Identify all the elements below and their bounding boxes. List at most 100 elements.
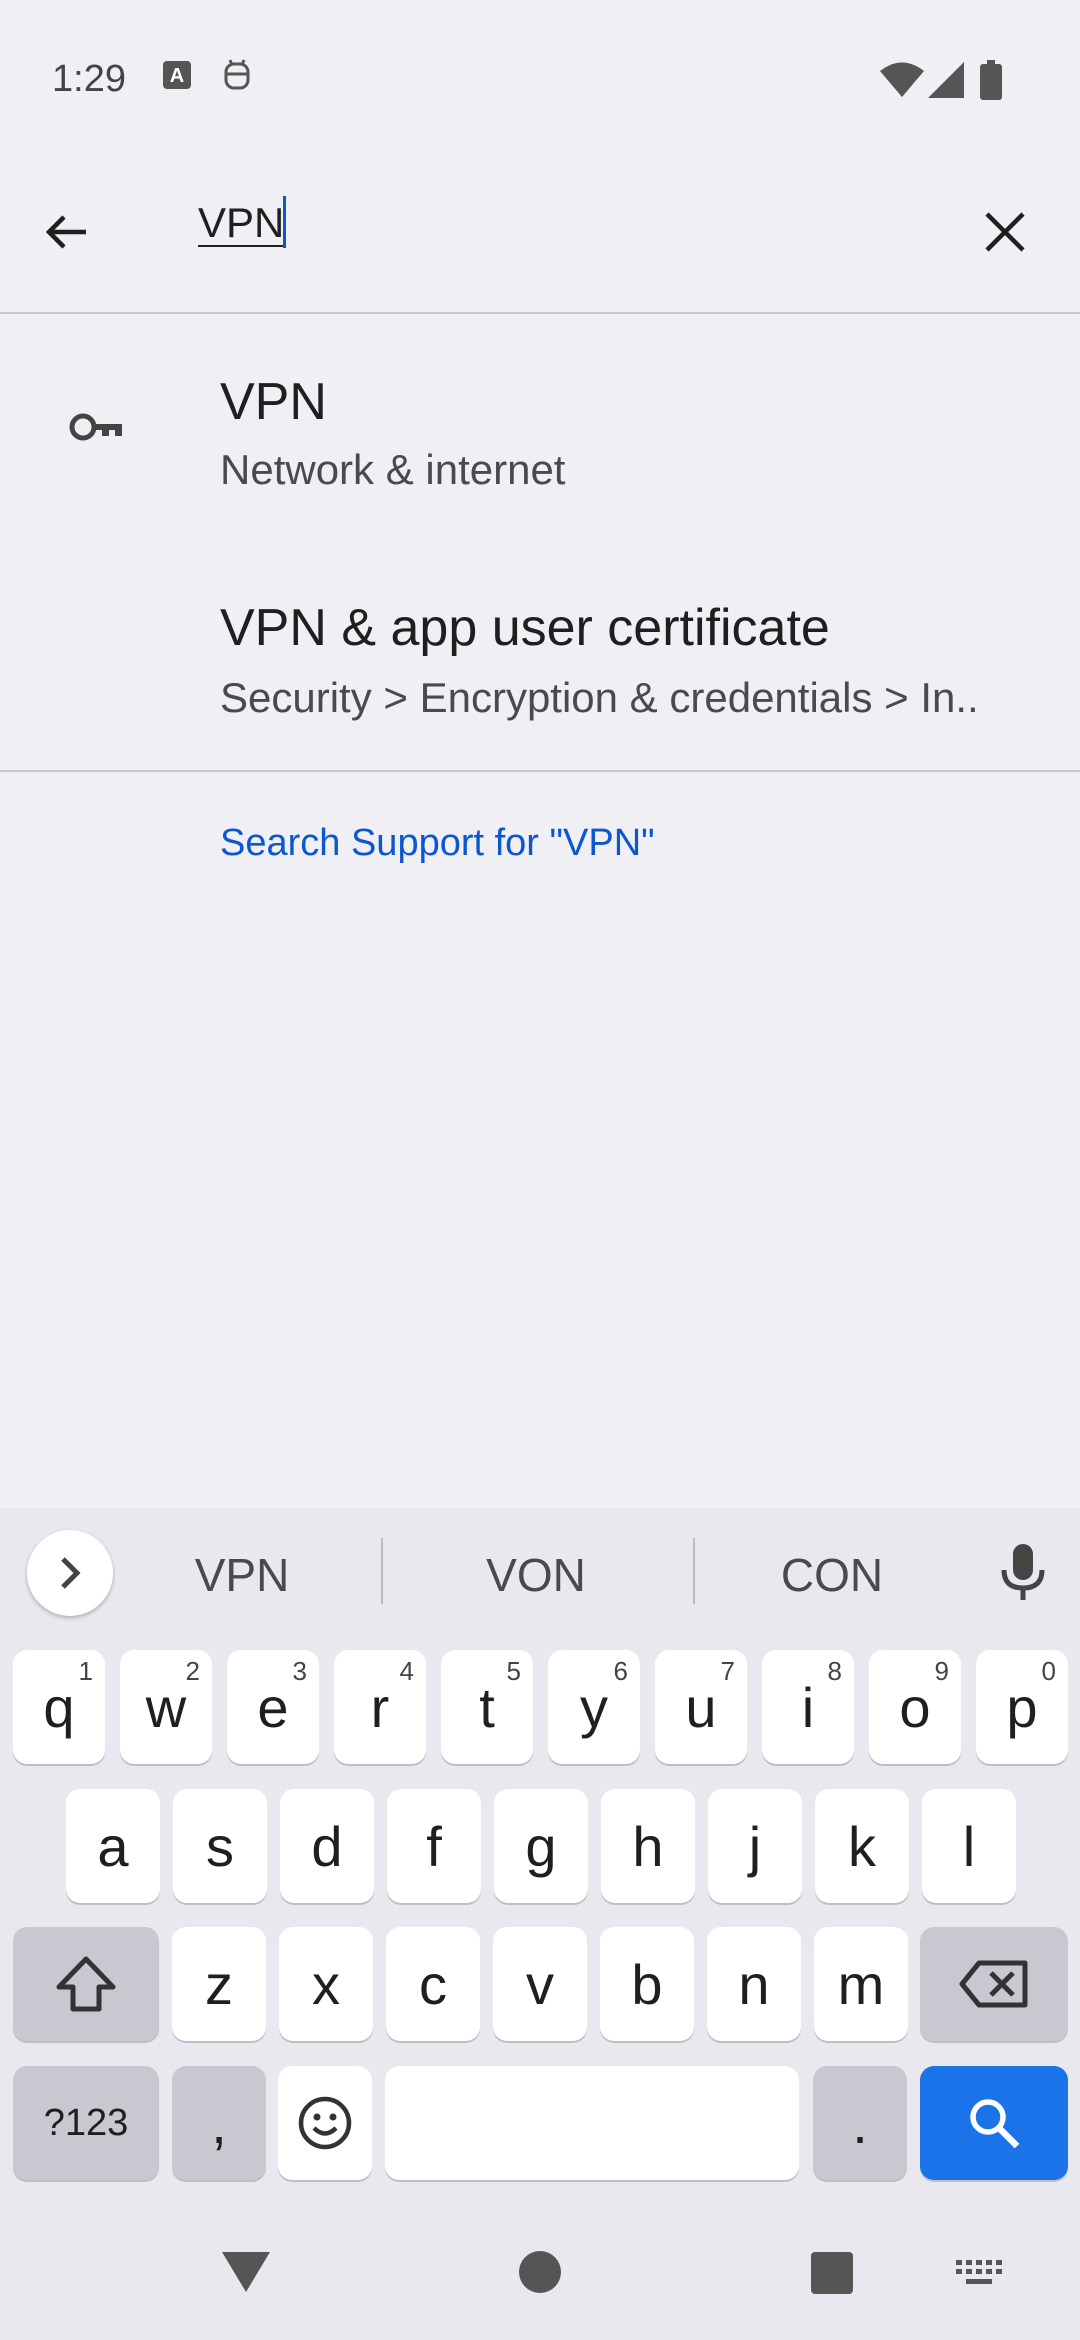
key-m[interactable]: m <box>814 1927 908 2041</box>
key-b[interactable]: b <box>600 1927 694 2041</box>
key-c[interactable]: c <box>386 1927 480 2041</box>
search-support-link[interactable]: Search Support for "VPN" <box>220 822 655 865</box>
navigation-bar <box>0 2200 1080 2340</box>
key-hint: 7 <box>720 1656 735 1686</box>
result-subtitle: Security > Encryption & credentials > In… <box>220 674 979 721</box>
key-x[interactable]: x <box>279 1927 373 2041</box>
search-input[interactable]: VPN <box>198 199 284 247</box>
search-bar: VPN <box>0 165 1080 313</box>
key-q[interactable]: q1 <box>13 1650 105 1764</box>
symbols-key[interactable]: ?123 <box>13 2066 159 2180</box>
battery-icon <box>980 60 1002 100</box>
key-label: b <box>631 1952 663 2016</box>
key-u[interactable]: u7 <box>655 1650 747 1764</box>
keyboard-switch-icon[interactable] <box>956 2260 1002 2291</box>
key-label: i <box>801 1675 815 1739</box>
key-icon <box>68 410 126 449</box>
key-label: l <box>962 1814 976 1878</box>
comma-key[interactable]: , <box>172 2066 266 2180</box>
clear-button[interactable] <box>968 195 1042 269</box>
result-item[interactable]: VPN Network & internet <box>0 330 1080 520</box>
chevron-right-icon <box>61 1557 81 1589</box>
emoji-icon <box>298 2096 352 2150</box>
shift-key[interactable] <box>13 1927 159 2041</box>
shift-icon <box>56 1956 116 2012</box>
status-bar: 1:29 A <box>0 0 1080 165</box>
key-v[interactable]: v <box>493 1927 587 2041</box>
android-debug-icon <box>222 58 252 92</box>
key-hint: 6 <box>613 1656 628 1686</box>
result-item[interactable]: VPN & app user certificate Security > En… <box>0 560 1080 760</box>
back-nav-icon[interactable] <box>220 2250 272 2299</box>
key-label: c <box>419 1952 447 2016</box>
key-label: k <box>848 1814 876 1878</box>
result-title: VPN & app user certificate <box>220 599 830 657</box>
recents-nav-icon[interactable] <box>811 2252 853 2299</box>
keyboard-a-icon: A <box>162 60 192 90</box>
status-time: 1:29 <box>52 58 126 100</box>
mic-icon[interactable] <box>998 1540 1048 1609</box>
symbols-label: ?123 <box>43 2101 129 2144</box>
key-hint: 4 <box>399 1656 414 1686</box>
close-icon <box>985 212 1025 252</box>
suggestion-strip: VPN VON CON <box>0 1508 1080 1638</box>
key-label: r <box>370 1675 390 1739</box>
key-y[interactable]: y6 <box>548 1650 640 1764</box>
home-nav-icon[interactable] <box>518 2250 562 2299</box>
key-label: z <box>205 1952 233 2016</box>
key-e[interactable]: e3 <box>227 1650 319 1764</box>
key-f[interactable]: f <box>387 1789 481 1903</box>
space-key[interactable] <box>385 2066 799 2180</box>
key-label: v <box>526 1952 554 2016</box>
back-button[interactable] <box>30 195 104 269</box>
key-p[interactable]: p0 <box>976 1650 1068 1764</box>
key-hint: 9 <box>934 1656 949 1686</box>
suggestion-3[interactable]: CON <box>732 1548 932 1602</box>
key-d[interactable]: d <box>280 1789 374 1903</box>
divider <box>0 770 1080 772</box>
key-n[interactable]: n <box>707 1927 801 2041</box>
key-label: o <box>899 1675 931 1739</box>
key-hint: 0 <box>1041 1656 1056 1686</box>
svg-text:A: A <box>170 65 184 87</box>
emoji-key[interactable] <box>278 2066 372 2180</box>
key-label: x <box>312 1952 340 2016</box>
divider <box>0 312 1080 314</box>
key-label: n <box>738 1952 770 2016</box>
result-title: VPN <box>220 373 327 431</box>
key-hint: 8 <box>827 1656 842 1686</box>
result-subtitle: Network & internet <box>220 446 566 493</box>
key-o[interactable]: o9 <box>869 1650 961 1764</box>
period-key[interactable]: . <box>813 2066 907 2180</box>
key-j[interactable]: j <box>708 1789 802 1903</box>
key-label: w <box>145 1675 187 1739</box>
key-l[interactable]: l <box>922 1789 1016 1903</box>
key-label: a <box>97 1814 129 1878</box>
key-a[interactable]: a <box>66 1789 160 1903</box>
key-z[interactable]: z <box>172 1927 266 2041</box>
key-g[interactable]: g <box>494 1789 588 1903</box>
key-label: h <box>632 1814 664 1878</box>
key-h[interactable]: h <box>601 1789 695 1903</box>
key-label: u <box>685 1675 717 1739</box>
key-w[interactable]: w2 <box>120 1650 212 1764</box>
expand-toolbar-button[interactable] <box>27 1530 113 1616</box>
key-r[interactable]: r4 <box>334 1650 426 1764</box>
key-label: m <box>837 1952 885 2016</box>
backspace-key[interactable] <box>920 1927 1068 2041</box>
comma-label: , <box>211 2091 227 2155</box>
divider <box>693 1538 695 1604</box>
signal-icon <box>928 62 964 98</box>
key-s[interactable]: s <box>173 1789 267 1903</box>
suggestion-2[interactable]: VON <box>436 1548 636 1602</box>
key-label: e <box>257 1675 289 1739</box>
key-hint: 3 <box>292 1656 307 1686</box>
key-label: s <box>206 1814 234 1878</box>
text-cursor <box>283 196 286 248</box>
search-key[interactable] <box>920 2066 1068 2180</box>
suggestion-1[interactable]: VPN <box>142 1548 342 1602</box>
key-t[interactable]: t5 <box>441 1650 533 1764</box>
key-i[interactable]: i8 <box>762 1650 854 1764</box>
key-hint: 5 <box>506 1656 521 1686</box>
key-k[interactable]: k <box>815 1789 909 1903</box>
